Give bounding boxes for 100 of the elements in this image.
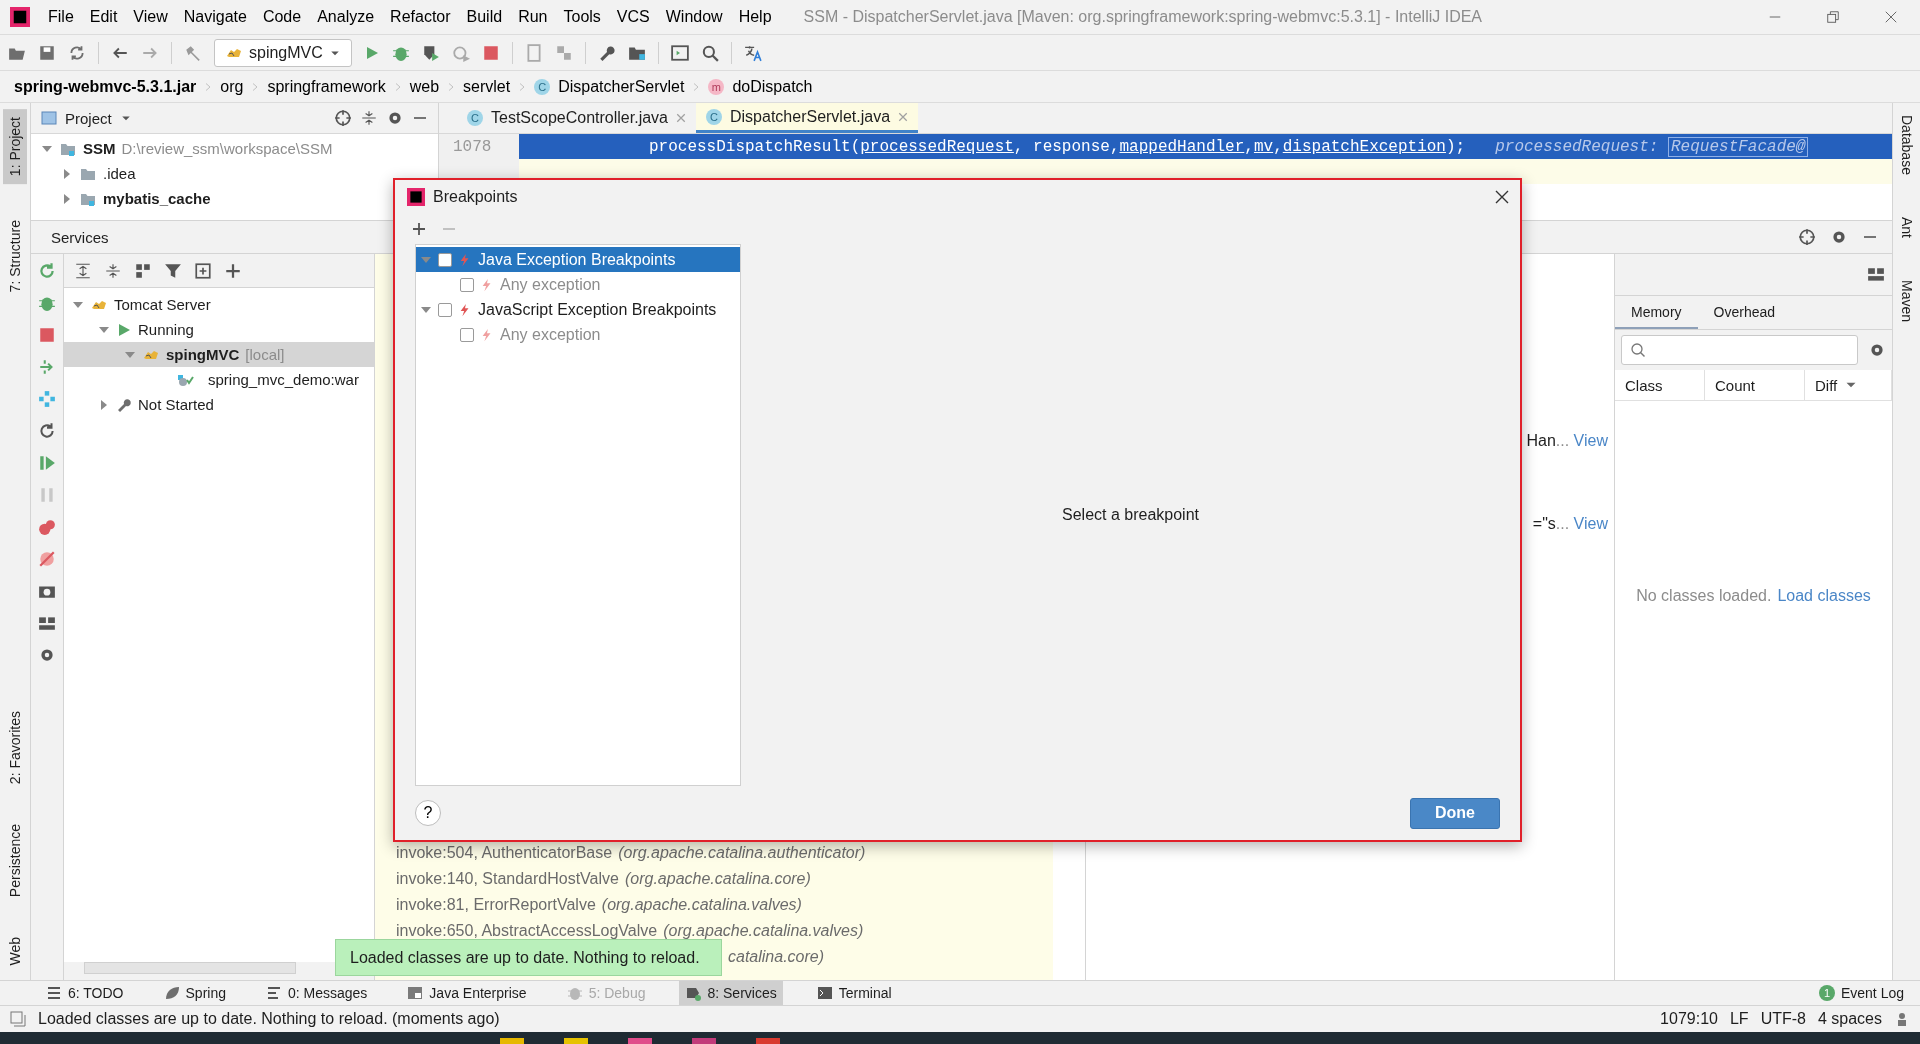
indent-setting[interactable]: 4 spaces	[1817, 1010, 1882, 1028]
tool-window-button[interactable]: 8: Services	[679, 981, 783, 1005]
tree-item[interactable]: Tomcat Server	[64, 292, 374, 317]
line-separator[interactable]: LF	[1729, 1010, 1749, 1028]
tree-item[interactable]: spring_mvc_demo:war	[64, 367, 374, 392]
menu-item[interactable]: Window	[657, 5, 731, 29]
checkbox[interactable]	[438, 302, 452, 317]
tree-item[interactable]: SSM D:\review_ssm\workspace\SSM	[31, 136, 438, 161]
tool-window-tab[interactable]: Database	[1894, 109, 1919, 181]
help-button[interactable]: ?	[415, 800, 441, 826]
hammer-icon[interactable]	[184, 43, 202, 62]
tool-window-tab[interactable]: Ant	[1894, 210, 1919, 244]
breadcrumb-item[interactable]: web	[409, 77, 440, 96]
add-icon[interactable]	[224, 261, 242, 280]
column-header[interactable]: Count	[1705, 370, 1805, 400]
tool-window-button[interactable]: Terminal	[810, 981, 898, 1005]
editor-tab[interactable]: C DispatcherServlet.java	[696, 103, 919, 133]
diamond-icon[interactable]	[38, 390, 56, 408]
sync-icon[interactable]	[68, 43, 86, 62]
menu-item[interactable]: File	[40, 5, 82, 29]
search-icon[interactable]	[700, 43, 719, 62]
view-link[interactable]: View	[1573, 515, 1608, 532]
group-icon[interactable]	[134, 261, 152, 280]
shield-run-icon[interactable]	[421, 43, 440, 62]
menu-item[interactable]: Edit	[81, 5, 126, 29]
breakpoints-icon[interactable]	[38, 518, 56, 536]
menu-item[interactable]: Tools	[555, 5, 609, 29]
stack-frame[interactable]: invoke:81, ErrorReportValve (org.apache.catalina.valves)	[396, 892, 1053, 918]
tool-window-tab[interactable]: 2: Favorites	[3, 703, 27, 793]
debug-icon[interactable]	[38, 294, 56, 312]
checkbox[interactable]	[460, 327, 474, 342]
menu-item[interactable]: Navigate	[175, 5, 255, 29]
restore-icon[interactable]	[1826, 10, 1840, 24]
device-icon[interactable]	[524, 43, 543, 62]
tool-window-tab[interactable]: 1: Project	[3, 109, 27, 185]
save-icon[interactable]	[38, 43, 56, 62]
settings-icon[interactable]	[1868, 341, 1886, 359]
stop-icon[interactable]	[481, 43, 500, 62]
breadcrumb-item[interactable]: springframework	[267, 77, 386, 96]
close-icon[interactable]	[1884, 10, 1898, 24]
settings-icon[interactable]	[38, 646, 56, 664]
terminal-window-icon[interactable]	[670, 43, 689, 62]
resume-icon[interactable]	[38, 454, 56, 472]
menu-item[interactable]: Refactor	[382, 5, 459, 29]
filter-icon[interactable]	[164, 261, 182, 280]
cubes-icon[interactable]	[554, 43, 573, 62]
rerun-icon[interactable]	[38, 262, 56, 280]
menu-item[interactable]: Code	[254, 5, 310, 29]
tool-window-tab[interactable]: Persistence	[3, 816, 27, 906]
locate-icon[interactable]	[1798, 228, 1816, 246]
tool-window-button[interactable]: 6: TODO	[40, 981, 130, 1005]
settings-icon[interactable]	[1830, 228, 1848, 246]
layout-icon[interactable]	[38, 614, 56, 632]
mute-breakpoints-icon[interactable]	[38, 550, 56, 568]
load-classes-link[interactable]: Load classes	[1777, 587, 1871, 980]
tree-item[interactable]: Running	[64, 317, 374, 342]
breadcrumb-item[interactable]: servlet	[463, 77, 511, 96]
tool-window-button[interactable]: 0: Messages	[260, 981, 374, 1005]
locate-icon[interactable]	[334, 109, 352, 127]
menu-item[interactable]: Run	[510, 5, 556, 29]
collapse-icon[interactable]	[360, 109, 378, 127]
tool-window-tab[interactable]: Web	[3, 929, 27, 974]
scrollbar[interactable]	[84, 962, 296, 974]
tab[interactable]: Overhead	[1697, 296, 1792, 329]
stack-frame[interactable]: invoke:504, AuthenticatorBase (org.apache.catalina.authenticator)	[396, 840, 1053, 866]
caret-position[interactable]: 1079:10	[1660, 1010, 1718, 1028]
tool-window-button[interactable]: Java Enterprise	[401, 981, 533, 1005]
tree-item[interactable]: JavaScript Exception Breakpoints	[416, 297, 740, 322]
menu-item[interactable]: Build	[458, 5, 511, 29]
panel-title[interactable]: Project	[65, 109, 112, 127]
expand-all-icon[interactable]	[74, 261, 92, 280]
view-link[interactable]: View	[1573, 432, 1608, 449]
new-tab-icon[interactable]	[194, 261, 212, 280]
menu-item[interactable]: Help	[730, 5, 780, 29]
close-icon[interactable]	[1494, 189, 1510, 205]
breadcrumb-item[interactable]: DispatcherServlet	[558, 77, 685, 96]
tree-item[interactable]: spingMVC [local]	[64, 342, 374, 367]
stack-frame[interactable]: invoke:140, StandardHostValve (org.apache.catalina.core)	[396, 866, 1053, 892]
refresh-icon[interactable]	[38, 422, 56, 440]
checkbox[interactable]	[460, 277, 474, 292]
editor-tab[interactable]: C TestScopeController.java	[457, 103, 696, 133]
file-encoding[interactable]: UTF-8	[1760, 1010, 1806, 1028]
translate-icon[interactable]	[743, 43, 762, 62]
menu-item[interactable]: VCS	[608, 5, 658, 29]
stop-icon[interactable]	[38, 326, 56, 344]
run-configuration-dropdown[interactable]: spingMVC	[214, 38, 352, 67]
tool-window-tab[interactable]: 7: Structure	[3, 212, 27, 301]
settings-icon[interactable]	[386, 109, 404, 127]
layout-icon[interactable]	[1866, 265, 1886, 284]
breadcrumb-item[interactable]: doDispatch	[732, 77, 813, 96]
tree-item[interactable]: Java Exception Breakpoints	[416, 247, 740, 272]
done-button[interactable]: Done	[1410, 797, 1500, 829]
menu-item[interactable]: Analyze	[309, 5, 383, 29]
breadcrumb-item[interactable]: org	[220, 77, 244, 96]
event-log-button[interactable]: 1 Event Log	[1812, 981, 1910, 1005]
tree-item[interactable]: Not Started	[64, 392, 374, 417]
breadcrumb-item[interactable]: spring-webmvc-5.3.1.jar	[14, 77, 197, 96]
tree-item[interactable]: .idea	[31, 161, 438, 186]
tool-window-tab[interactable]: Maven	[1894, 273, 1919, 328]
collapse-all-icon[interactable]	[104, 261, 122, 280]
